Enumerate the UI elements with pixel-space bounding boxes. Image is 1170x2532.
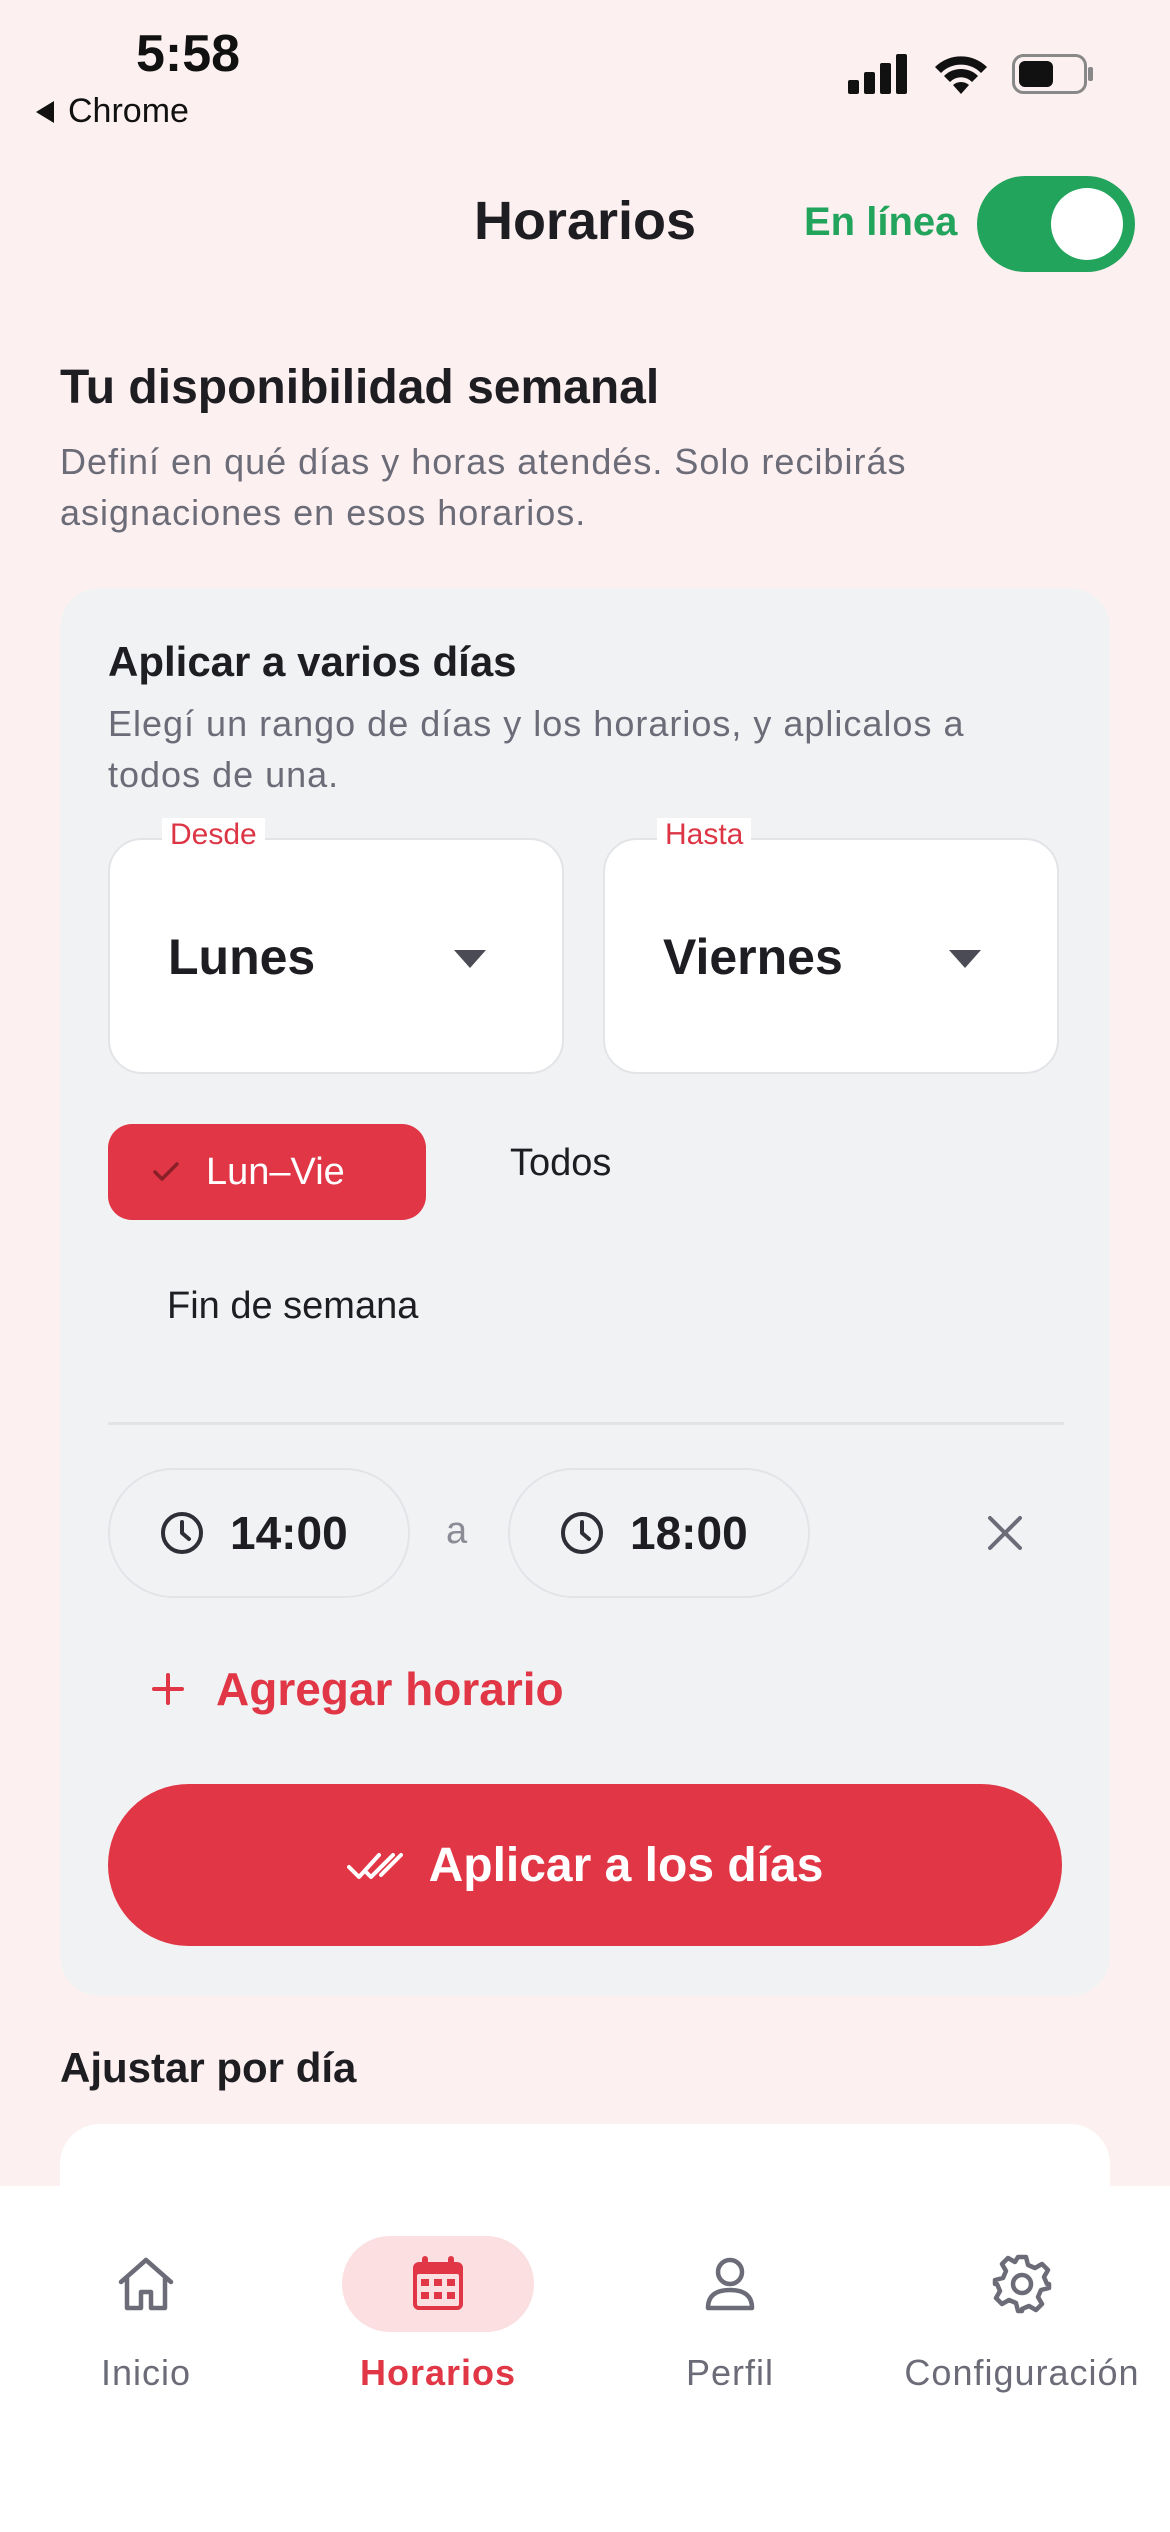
apply-to-days-label: Aplicar a los días — [428, 1838, 824, 1892]
preset-chip-all[interactable]: Todos — [510, 1142, 611, 1185]
start-time-value: 14:00 — [230, 1507, 348, 1559]
plus-icon — [152, 1673, 184, 1705]
caret-down-icon — [454, 950, 486, 968]
nav-icon-wrap — [50, 2236, 242, 2332]
user-icon — [705, 2257, 755, 2311]
preset-chip-label: Fin de semana — [167, 1285, 419, 1327]
cellular-signal-icon — [848, 54, 907, 94]
nav-item-horarios[interactable]: Horarios — [292, 2236, 584, 2394]
from-day-value: Lunes — [168, 929, 316, 985]
availability-description: Definí en qué días y horas atendés. Solo… — [60, 441, 907, 533]
online-toggle-knob — [1051, 188, 1123, 260]
wifi-icon — [935, 56, 987, 94]
bulk-apply-title: Aplicar a varios días — [108, 638, 517, 685]
start-time-picker[interactable]: 14:00 — [108, 1468, 410, 1598]
bulk-apply-description: Elegí un rango de días y los horarios, y… — [108, 703, 965, 795]
apply-to-days-button[interactable]: Aplicar a los días — [108, 1784, 1062, 1946]
add-time-slot-label: Agregar horario — [216, 1663, 564, 1715]
online-status-label: En línea — [804, 200, 958, 244]
per-day-title: Ajustar por día — [60, 2044, 357, 2091]
from-day-legend: Desde — [162, 818, 265, 852]
divider — [108, 1422, 1064, 1425]
availability-title: Tu disponibilidad semanal — [60, 361, 660, 414]
gear-icon — [992, 2254, 1052, 2314]
back-to-chrome-link[interactable]: Chrome — [36, 92, 189, 131]
bottom-navigation: Inicio Horarios Perfil Configuración — [0, 2186, 1170, 2532]
battery-icon — [1012, 54, 1093, 94]
check-icon — [153, 1162, 179, 1181]
status-icons — [848, 54, 1094, 94]
end-time-value: 18:00 — [630, 1507, 748, 1559]
nav-label: Inicio — [100, 2352, 192, 2393]
nav-label: Configuración — [904, 2352, 1140, 2393]
end-time-picker[interactable]: 18:00 — [508, 1468, 810, 1598]
double-check-icon — [346, 1853, 403, 1879]
status-time: 5:58 — [136, 25, 241, 83]
time-separator: a — [446, 1510, 468, 1552]
nav-icon-wrap — [342, 2236, 534, 2332]
nav-label: Perfil — [685, 2352, 775, 2393]
clock-icon — [561, 1512, 603, 1554]
add-time-slot-button[interactable]: Agregar horario — [150, 1662, 564, 1716]
nav-item-inicio[interactable]: Inicio — [0, 2236, 292, 2394]
preset-chip-weekend[interactable]: Fin de semana — [167, 1285, 418, 1328]
preset-chip-label: Todos — [510, 1142, 612, 1184]
remove-slot-close-icon[interactable] — [980, 1508, 1030, 1558]
online-toggle[interactable] — [977, 176, 1135, 272]
calendar-icon — [413, 2256, 463, 2310]
home-icon — [118, 2257, 174, 2311]
nav-item-configuracion[interactable]: Configuración — [876, 2236, 1168, 2394]
bulk-apply-card: Aplicar a varios días Elegí un rango de … — [60, 588, 1110, 1996]
nav-icon-wrap — [634, 2236, 826, 2332]
to-day-select[interactable]: Hasta Viernes — [603, 818, 1059, 1074]
nav-item-perfil[interactable]: Perfil — [584, 2236, 876, 2394]
clock-icon — [161, 1512, 203, 1554]
nav-label: Horarios — [359, 2352, 517, 2393]
preset-chip-weekdays[interactable]: Lun–Vie — [108, 1124, 426, 1220]
to-day-legend: Hasta — [657, 818, 752, 852]
caret-down-icon — [949, 950, 981, 968]
nav-icon-wrap — [926, 2236, 1118, 2332]
back-triangle-icon — [36, 100, 54, 123]
from-day-select[interactable]: Desde Lunes — [108, 818, 564, 1074]
to-day-value: Viernes — [663, 929, 843, 985]
preset-chip-label: Lun–Vie — [206, 1150, 345, 1193]
back-app-label: Chrome — [68, 92, 189, 130]
